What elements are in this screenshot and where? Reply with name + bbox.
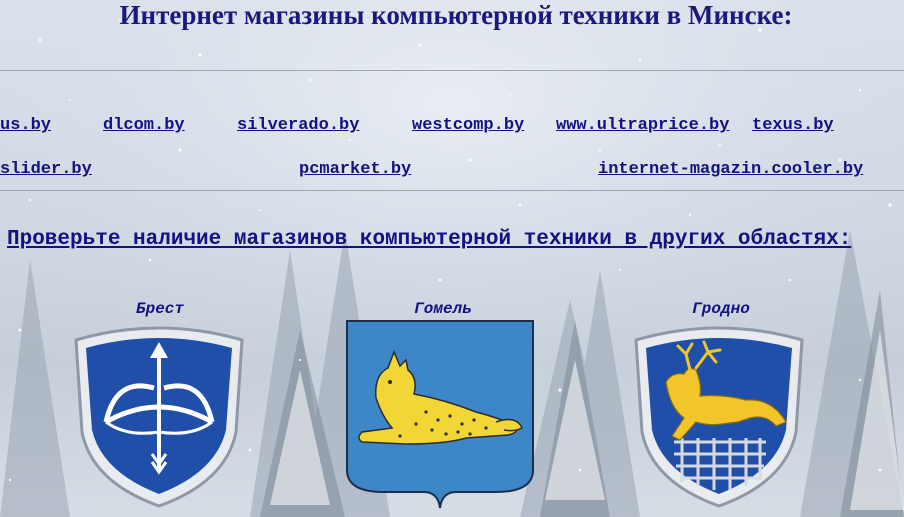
- shop-link-ultraprice-by[interactable]: www.ultraprice.by: [556, 116, 729, 135]
- shop-link-silverado-by[interactable]: silverado.by: [237, 116, 359, 135]
- grodno-coat-of-arms-icon[interactable]: [626, 322, 812, 508]
- shop-link-us-by[interactable]: us.by: [0, 116, 51, 135]
- regions-heading-link[interactable]: Проверьте наличие магазинов компьютерной…: [7, 228, 851, 251]
- shop-link-slider-by[interactable]: slider.by: [0, 160, 92, 179]
- shop-link-dlcom-by[interactable]: dlcom.by: [103, 116, 185, 135]
- brest-coat-of-arms-icon[interactable]: [66, 322, 252, 508]
- shop-link-cooler-by[interactable]: internet-magazin.cooler.by: [598, 160, 863, 179]
- city-label-brest: Брест: [135, 300, 184, 318]
- gomel-coat-of-arms-icon[interactable]: [346, 320, 534, 510]
- divider-bottom: [0, 190, 904, 191]
- shop-link-westcomp-by[interactable]: westcomp.by: [412, 116, 524, 135]
- page-title: Интернет магазины компьютерной техники в…: [119, 0, 793, 30]
- shop-link-texus-by[interactable]: texus.by: [752, 116, 834, 135]
- shop-link-pcmarket-by[interactable]: pcmarket.by: [299, 160, 411, 179]
- city-label-grodno: Гродно: [692, 300, 750, 318]
- divider-top: [0, 70, 904, 71]
- city-label-gomel: Гомель: [414, 300, 472, 318]
